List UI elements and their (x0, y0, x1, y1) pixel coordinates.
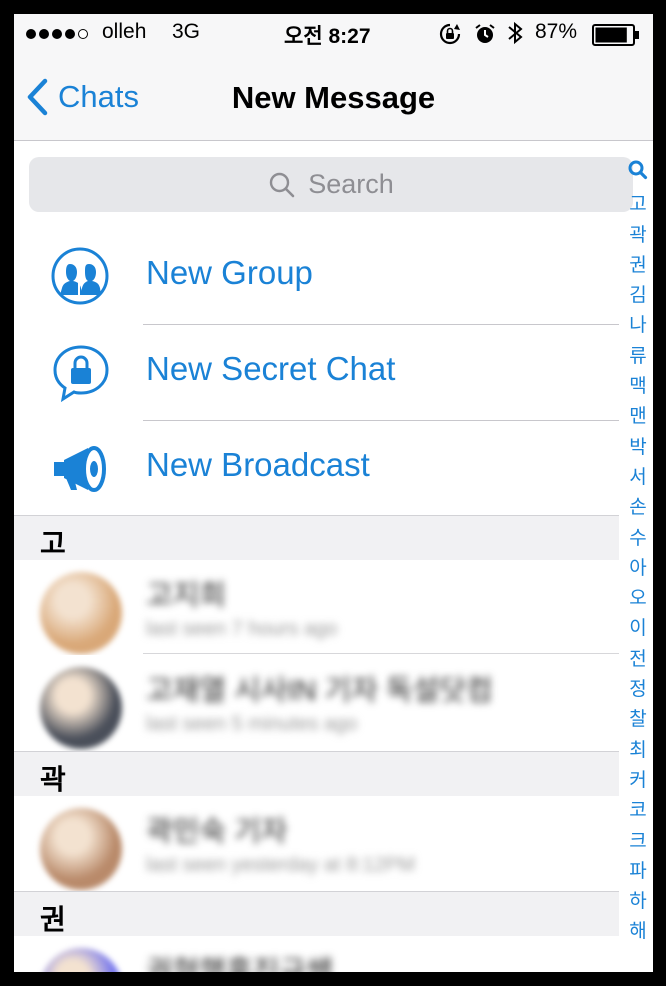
avatar (40, 572, 122, 654)
avatar (40, 667, 122, 749)
new-secret-chat-label: New Secret Chat (146, 350, 396, 387)
rotation-lock-icon (438, 22, 462, 52)
network-type: 3G (172, 20, 201, 43)
new-broadcast-label: New Broadcast (146, 446, 370, 483)
index-letter[interactable]: 권 (629, 251, 646, 281)
avatar (40, 808, 122, 890)
contact-row[interactable]: 고재열 시사IN 기자 독설닷컴 last seen 5 minutes ago (14, 655, 619, 749)
section-header: 권 (14, 891, 619, 936)
contact-row[interactable]: 곽민숙 기자 last seen yesterday at 8:12PM (14, 796, 619, 890)
alarm-clock-icon (473, 22, 497, 52)
signal-dot (39, 29, 49, 39)
index-letter[interactable]: 맨 (629, 402, 646, 432)
index-letter[interactable]: 곽 (629, 221, 646, 251)
index-letter[interactable]: 박 (629, 433, 646, 463)
signal-dot (78, 29, 88, 39)
page-title: New Message (231, 80, 436, 115)
index-letter[interactable]: 크 (629, 827, 646, 857)
divider (143, 653, 619, 654)
new-group-label: New Group (146, 254, 313, 291)
secret-chat-lock-icon (50, 342, 110, 403)
index-letter[interactable]: 김 (629, 281, 646, 311)
signal-dot (52, 29, 62, 39)
contact-name: 고지희 (146, 580, 227, 612)
search-input[interactable]: Search (29, 157, 633, 212)
index-letter[interactable]: 맥 (629, 372, 646, 402)
section-header: 고 (14, 515, 619, 560)
section-header-title: 권 (40, 904, 66, 935)
new-secret-chat-button[interactable]: New Secret Chat (14, 324, 619, 419)
index-letter[interactable]: 손 (629, 493, 646, 523)
status-time: 오전 8:27 (284, 25, 371, 48)
search-placeholder: Search (308, 169, 394, 199)
index-letter[interactable]: 파 (629, 857, 646, 887)
new-broadcast-button[interactable]: New Broadcast (14, 420, 619, 515)
signal-strength-icon (26, 29, 88, 39)
index-letter[interactable]: 정 (629, 675, 646, 705)
index-letter[interactable]: 커 (629, 766, 646, 796)
index-letter[interactable]: 이 (629, 614, 646, 644)
megaphone-icon (50, 438, 110, 498)
section-header-title: 곽 (40, 764, 66, 795)
section-header-title: 고 (40, 528, 66, 559)
index-letter[interactable]: 아 (629, 554, 646, 584)
contact-status: last seen yesterday at 8:12PM (146, 854, 416, 876)
index-letter[interactable]: 수 (629, 524, 646, 554)
contact-row[interactable]: 고지희 last seen 7 hours ago (14, 560, 619, 654)
index-letter[interactable]: 고 (629, 190, 646, 220)
section-index[interactable]: 고곽권김나류맥맨박서손수아오이전정찰최커코크파하해 (623, 160, 653, 948)
contact-status: last seen 5 minutes ago (146, 713, 358, 735)
index-search-icon[interactable] (628, 160, 648, 190)
index-letter[interactable]: 서 (629, 463, 646, 493)
contact-row[interactable]: 권혁행홍진규쌤 (14, 936, 619, 972)
index-letter[interactable]: 해 (629, 917, 646, 947)
new-group-button[interactable]: New Group (14, 228, 619, 323)
contact-name: 권혁행홍진규쌤 (146, 956, 333, 972)
search-icon (270, 172, 295, 197)
index-letter[interactable]: 하 (629, 887, 646, 917)
avatar (40, 948, 122, 972)
group-icon (50, 246, 110, 306)
screen: olleh 3G 오전 8:27 87% Chats New Message S… (14, 14, 653, 972)
signal-dot (26, 29, 36, 39)
top-bar: olleh 3G 오전 8:27 87% Chats New Message (14, 14, 653, 141)
contact-status: last seen 7 hours ago (146, 618, 338, 640)
battery-icon (592, 24, 640, 52)
section-header: 곽 (14, 751, 619, 796)
battery-percentage: 87% (535, 20, 578, 43)
index-letter[interactable]: 코 (629, 796, 646, 826)
contact-name: 곽민숙 기자 (146, 816, 288, 848)
index-letter[interactable]: 나 (629, 311, 646, 341)
index-letter[interactable]: 최 (629, 736, 646, 766)
signal-dot (65, 29, 75, 39)
index-letter[interactable]: 류 (629, 342, 646, 372)
index-letter[interactable]: 오 (629, 584, 646, 614)
contact-name: 고재열 시사IN 기자 독설닷컴 (146, 675, 493, 707)
index-letter[interactable]: 찰 (629, 705, 646, 735)
index-letter[interactable]: 전 (629, 645, 646, 675)
bluetooth-icon (505, 19, 525, 53)
carrier-label: olleh (102, 20, 147, 43)
